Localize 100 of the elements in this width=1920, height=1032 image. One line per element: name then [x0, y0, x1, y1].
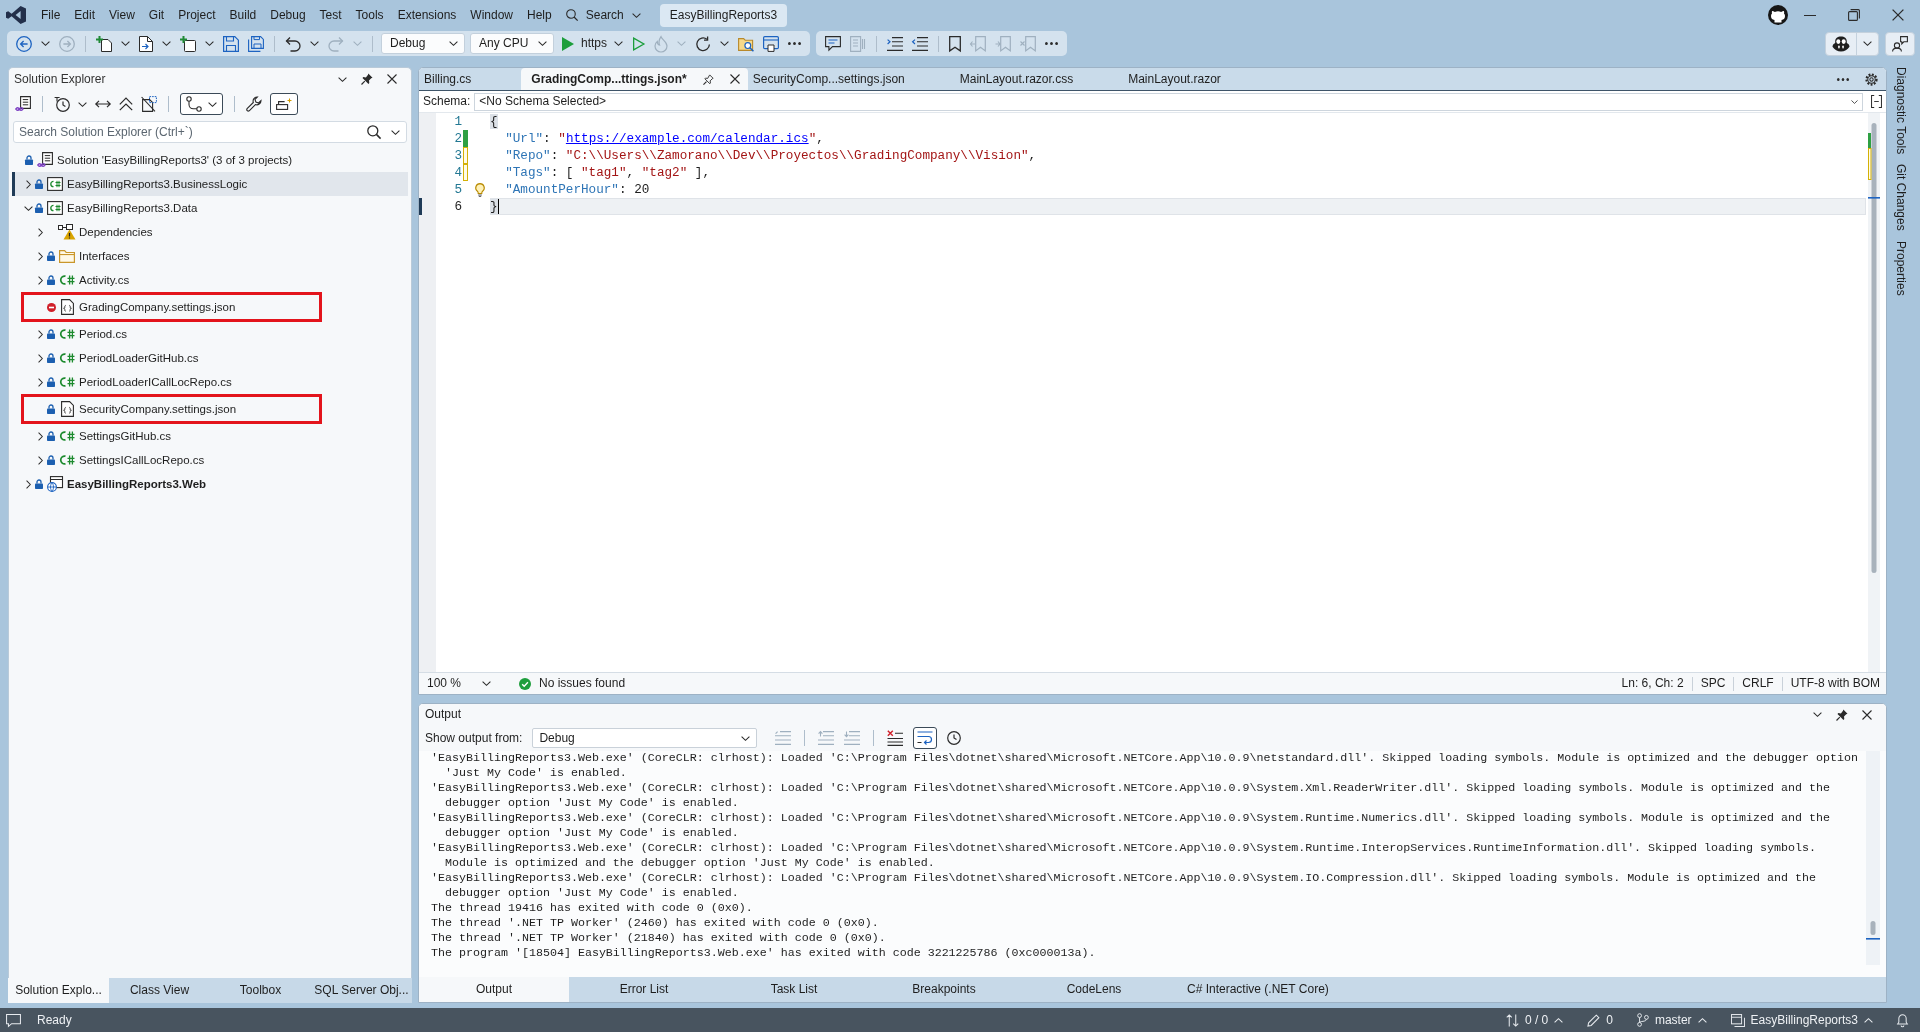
side-tab[interactable]: Git Changes [1893, 164, 1908, 231]
square-plus-icon[interactable] [180, 35, 196, 52]
close-icon[interactable] [1862, 709, 1872, 720]
pin-icon[interactable] [702, 73, 714, 85]
sync-button[interactable]: 0 / 0 [1505, 1012, 1564, 1028]
bell-icon[interactable] [1897, 1013, 1908, 1027]
double-chevron-up-icon[interactable] [119, 97, 133, 111]
filter-dropdown[interactable] [180, 93, 223, 115]
restore-icon[interactable] [1848, 9, 1860, 21]
speech-bubble-icon[interactable] [6, 1013, 21, 1027]
line-ending-mode[interactable]: CRLF [1742, 676, 1774, 691]
logo-icon[interactable] [6, 6, 26, 24]
caret-icon[interactable] [162, 41, 171, 46]
menu-item[interactable]: Extensions [390, 3, 464, 27]
play-outline-icon[interactable] [633, 36, 645, 51]
chevron-right-icon[interactable] [37, 431, 43, 441]
double-arrow-icon[interactable] [95, 100, 111, 108]
close-icon[interactable] [387, 74, 397, 84]
clock-icon[interactable] [947, 731, 962, 745]
platform-dropdown[interactable]: Any CPU [470, 33, 554, 54]
repository-button[interactable]: EasyBillingReports3 [1730, 1012, 1873, 1028]
more-icon[interactable] [1045, 42, 1058, 45]
indent-icon[interactable] [887, 36, 903, 51]
panel-tab[interactable]: Toolbox [210, 978, 311, 1003]
menu-item[interactable]: Help [520, 3, 559, 27]
url-link[interactable]: https://example.com/calendar.ics [565, 131, 809, 146]
encoding-mode[interactable]: UTF-8 with BOM [1790, 676, 1880, 691]
menu-item[interactable]: Build [222, 3, 264, 27]
chevron-right-icon[interactable] [37, 353, 43, 363]
menu-item[interactable]: Debug [263, 3, 313, 27]
settings-icon[interactable] [1865, 72, 1878, 86]
chevron-down-icon[interactable] [23, 205, 33, 211]
menu-item[interactable]: Project [171, 3, 223, 27]
tree-item[interactable]: Dependencies [12, 220, 408, 244]
outdent-icon[interactable] [912, 36, 928, 51]
configuration-dropdown[interactable]: Debug [381, 33, 465, 54]
caret-icon[interactable] [121, 41, 130, 46]
tree-item[interactable]: Interfaces [12, 244, 408, 268]
back-icon[interactable] [16, 35, 32, 52]
panel-tab[interactable]: Task List [719, 977, 869, 1002]
tree-item[interactable]: EasyBillingReports3.BusinessLogic [12, 172, 408, 196]
tree-item[interactable]: SettingsGitHub.cs [12, 424, 408, 448]
chevron-right-icon[interactable] [25, 179, 31, 189]
editor-tab[interactable]: GradingComp...ttings.json* [521, 68, 748, 90]
panel-tab[interactable]: Solution Explo... [8, 978, 109, 1003]
editor-tab[interactable]: MainLayout.razor [1123, 68, 1271, 90]
caret-icon[interactable] [78, 101, 87, 107]
word-wrap-toggle[interactable] [913, 727, 938, 749]
search-icon[interactable] [367, 125, 381, 139]
output-source-dropdown[interactable]: Debug [532, 728, 758, 748]
close-icon[interactable] [729, 74, 740, 84]
chevron-right-icon[interactable] [37, 251, 43, 261]
menu-item[interactable]: Tools [348, 3, 391, 27]
caret-icon[interactable] [205, 41, 214, 46]
zoom-dropdown[interactable]: 100 % [423, 676, 495, 691]
schema-dropdown[interactable]: <No Schema Selected> [474, 92, 1863, 111]
caret-icon[interactable] [720, 41, 729, 46]
run-button[interactable]: https [559, 33, 626, 54]
tree-item[interactable]: Solution 'EasyBillingReports3' (3 of 3 projects) [12, 148, 408, 172]
caret-icon[interactable] [1863, 41, 1872, 46]
menu-item[interactable]: Test [312, 3, 349, 27]
editor-tab[interactable]: SecurityComp...settings.json [747, 68, 955, 90]
menu-item[interactable]: File [34, 3, 68, 27]
chevron-right-icon[interactable] [37, 227, 43, 237]
pin-icon[interactable] [361, 73, 373, 85]
pin-icon[interactable] [1836, 708, 1848, 721]
lightbulb-icon[interactable] [474, 182, 486, 197]
chevron-right-icon[interactable] [37, 377, 43, 387]
undo-icon[interactable] [285, 35, 301, 52]
vertical-scrollbar[interactable] [1868, 113, 1880, 672]
save-all-icon[interactable] [248, 35, 264, 52]
tree-item[interactable]: EasyBillingReports3.Data [12, 196, 408, 220]
menu-item[interactable]: Git [141, 3, 172, 27]
search-field[interactable]: Search Solution Explorer (Ctrl+`) [13, 121, 407, 143]
indentation-mode[interactable]: SPC [1700, 676, 1726, 691]
chevron-right-icon[interactable] [37, 329, 43, 339]
panel-tab[interactable]: Class View [109, 978, 210, 1003]
changes-button[interactable]: 0 [1587, 1012, 1613, 1028]
robot-face-icon[interactable] [1832, 35, 1850, 52]
side-tab[interactable]: Properties [1893, 240, 1908, 296]
chevron-right-icon[interactable] [37, 455, 43, 465]
panel-tab[interactable]: Error List [569, 977, 719, 1002]
chevron-right-icon[interactable] [25, 479, 31, 489]
tree-item[interactable]: SettingsICallLocRepo.cs [12, 448, 408, 472]
minimize-icon[interactable] [1804, 14, 1816, 16]
save-icon[interactable] [223, 35, 239, 52]
chevron-right-icon[interactable] [37, 275, 43, 285]
panel-tab[interactable]: Breakpoints [869, 977, 1019, 1002]
history-icon[interactable] [54, 96, 70, 112]
caret-icon[interactable] [338, 76, 347, 82]
side-tab[interactable]: Diagnostic Tools [1893, 67, 1908, 155]
caret-icon[interactable] [1813, 712, 1822, 717]
clear-icon[interactable] [887, 730, 904, 746]
tree-item[interactable]: Period.cs [12, 322, 408, 346]
circular-arrow-icon[interactable] [695, 35, 711, 52]
comment-icon[interactable] [825, 35, 841, 52]
solution-icon[interactable] [15, 96, 31, 112]
panel-tab[interactable]: C# Interactive (.NET Core) [1169, 977, 1347, 1002]
file-plus-icon[interactable] [96, 35, 112, 52]
editor-tab[interactable]: MainLayout.razor.css [954, 68, 1124, 90]
